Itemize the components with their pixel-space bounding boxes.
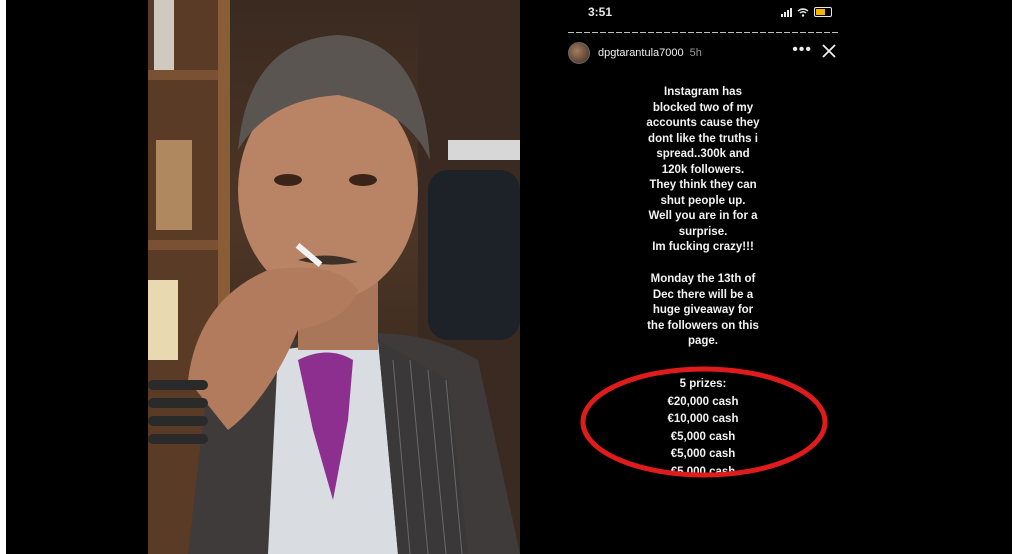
- username[interactable]: dpgtarantula7000: [598, 47, 684, 59]
- red-highlight-circle: [580, 366, 828, 478]
- story-paragraph-1: Instagram has blocked two of my accounts…: [598, 85, 808, 256]
- story-paragraph-2: Monday the 13th of Dec there will be a h…: [598, 272, 808, 350]
- text-line: Well you are in for a: [648, 210, 758, 222]
- signal-icon: [781, 7, 792, 17]
- battery-icon: [814, 7, 832, 17]
- status-bar: 3:51: [528, 0, 868, 28]
- avatar[interactable]: [568, 42, 590, 64]
- text-line: page.: [687, 335, 719, 347]
- status-time: 3:51: [588, 5, 613, 19]
- portrait-photo: [148, 0, 520, 554]
- text-line: the followers on this: [647, 319, 759, 332]
- wifi-icon: [797, 7, 809, 17]
- text-line: Dec there will be a: [652, 288, 754, 301]
- portrait-illustration: [148, 0, 520, 554]
- text-line: They think they can: [649, 179, 757, 191]
- story-progress-bar: [568, 32, 840, 33]
- status-icons: [781, 7, 832, 17]
- text-line: spread..300k and: [656, 148, 750, 160]
- text-line: Im fucking crazy!!!: [652, 241, 754, 253]
- post-age: 5h: [689, 47, 702, 59]
- text-line: shut people up.: [660, 194, 746, 207]
- close-icon[interactable]: [820, 42, 838, 60]
- story-header: dpgtarantula7000 5h •••: [568, 40, 840, 66]
- text-line: 120k followers.: [661, 163, 745, 176]
- text-line: blocked two of my: [652, 101, 754, 114]
- more-options-button[interactable]: •••: [792, 41, 812, 59]
- text-line: dont like the truths i: [648, 132, 758, 145]
- text-line: Monday the 13th of: [650, 273, 756, 285]
- text-line: surprise.: [678, 225, 728, 238]
- text-line: huge giveaway for: [652, 304, 754, 316]
- text-line: accounts cause they: [646, 117, 760, 129]
- text-line: Instagram has: [664, 86, 742, 98]
